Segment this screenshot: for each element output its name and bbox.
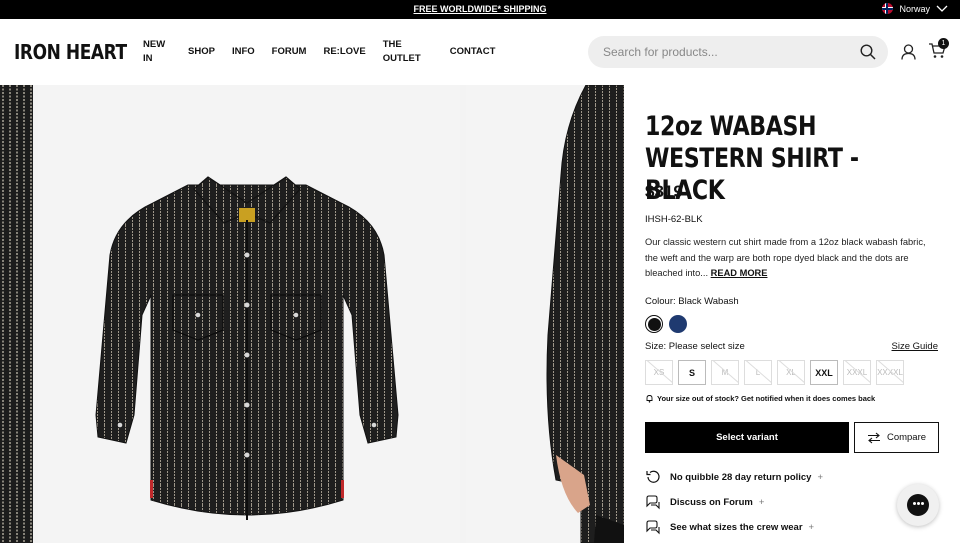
notify-text: Your size out of stock? Get notified whe… <box>657 394 876 403</box>
expand-plus-icon: + <box>817 471 824 483</box>
announcement-bar: FREE WORLDWIDE* SHIPPING Norway <box>0 0 960 19</box>
size-option-xxxl[interactable]: XXXL <box>843 360 871 385</box>
chat-icon <box>907 494 929 516</box>
live-chat-button[interactable] <box>897 484 939 526</box>
feature-forum-label: Discuss on Forum <box>670 496 753 508</box>
nav-forum[interactable]: FORUM <box>272 45 307 59</box>
cart-count-badge: 1 <box>938 38 949 49</box>
nav-info[interactable]: INFO <box>232 45 255 59</box>
site-header: IRON HEART NEW IN SHOP INFO FORUM RE:LOVE… <box>0 19 960 85</box>
norway-flag-icon <box>882 3 894 14</box>
free-shipping-link[interactable]: FREE WORLDWIDE* SHIPPING <box>0 4 960 14</box>
shirt-flat-image <box>95 176 399 520</box>
return-arrow-icon <box>646 470 660 483</box>
size-row: Size: Please select size <box>645 341 745 352</box>
country-selector[interactable]: Norway <box>882 3 948 14</box>
colour-swatches <box>645 315 687 333</box>
product-description: Our classic western cut shirt made from … <box>645 235 940 282</box>
size-option-m[interactable]: M <box>711 360 739 385</box>
search-bar[interactable]: Search for products... <box>588 36 888 68</box>
compare-arrows-icon <box>867 432 880 443</box>
gallery-image-prev[interactable] <box>0 85 33 543</box>
chat-bubbles-icon <box>646 495 660 510</box>
country-label: Norway <box>899 3 930 14</box>
swatch-black-wabash[interactable] <box>645 315 663 333</box>
colour-value: Black Wabash <box>678 296 739 307</box>
size-guide-link[interactable]: Size Guide <box>892 341 938 352</box>
cart-button[interactable]: 1 <box>928 38 949 64</box>
nav-contact[interactable]: CONTACT <box>450 45 496 59</box>
search-input[interactable]: Search for products... <box>603 45 718 59</box>
gallery-image-next[interactable] <box>466 85 624 543</box>
shirt-detail-image <box>0 85 33 543</box>
chevron-down-icon <box>936 5 948 12</box>
gallery-image-main[interactable] <box>38 85 460 543</box>
size-option-l[interactable]: L <box>744 360 772 385</box>
size-option-xl[interactable]: XL <box>777 360 805 385</box>
size-option-xxl[interactable]: XXL <box>810 360 838 385</box>
description-text: Our classic western cut shirt made from … <box>645 237 926 278</box>
feature-crew-sizes[interactable]: See what sizes the crew wear + <box>645 519 814 535</box>
feature-returns-label: No quibble 28 day return policy <box>670 471 812 483</box>
colour-label: Colour: <box>645 296 676 307</box>
model-wearing-shirt-image <box>546 85 624 543</box>
product-sku: IHSH-62-BLK <box>645 214 703 225</box>
nav-relove[interactable]: RE:LOVE <box>323 45 365 59</box>
product-details-panel: 12oz WABASH WESTERN SHIRT - BLACK $319 IH… <box>624 85 960 543</box>
main-nav: NEW IN SHOP INFO FORUM RE:LOVE THE OUTLET … <box>143 35 512 69</box>
compare-label: Compare <box>886 432 927 443</box>
size-option-s[interactable]: S <box>678 360 706 385</box>
site-logo[interactable]: IRON HEART <box>14 40 127 64</box>
nav-shop[interactable]: SHOP <box>188 45 215 59</box>
expand-plus-icon: + <box>758 496 765 508</box>
size-label: Size: <box>645 341 667 352</box>
swatch-navy-wabash[interactable] <box>669 315 687 333</box>
size-options: XS S M L XL XXL XXXL XXXXL <box>645 360 904 385</box>
size-option-xxxxl[interactable]: XXXXL <box>876 360 904 385</box>
search-icon[interactable] <box>860 44 876 60</box>
compare-button[interactable]: Compare <box>854 422 939 453</box>
read-more-link[interactable]: READ MORE <box>711 268 768 278</box>
nav-the-outlet[interactable]: THE OUTLET <box>383 38 433 66</box>
nav-new-in[interactable]: NEW IN <box>143 38 171 66</box>
size-option-xs[interactable]: XS <box>645 360 673 385</box>
product-title: 12oz WABASH WESTERN SHIRT - BLACK <box>645 111 859 206</box>
bell-icon <box>646 395 653 403</box>
product-price: $319 <box>645 182 683 201</box>
feature-forum[interactable]: Discuss on Forum + <box>645 494 764 510</box>
feature-returns[interactable]: No quibble 28 day return policy + <box>645 469 823 485</box>
colour-row: Colour: Black Wabash <box>645 296 739 307</box>
select-variant-button[interactable]: Select variant <box>645 422 849 453</box>
expand-plus-icon: + <box>808 521 815 533</box>
feature-crew-sizes-label: See what sizes the crew wear <box>670 521 803 533</box>
brand-label-tag <box>239 208 255 222</box>
chat-bubbles-icon <box>646 520 660 535</box>
size-value: Please select size <box>668 341 745 352</box>
account-icon[interactable] <box>901 44 916 60</box>
product-gallery[interactable] <box>0 85 624 543</box>
notify-me-link[interactable]: Your size out of stock? Get notified whe… <box>645 394 875 403</box>
